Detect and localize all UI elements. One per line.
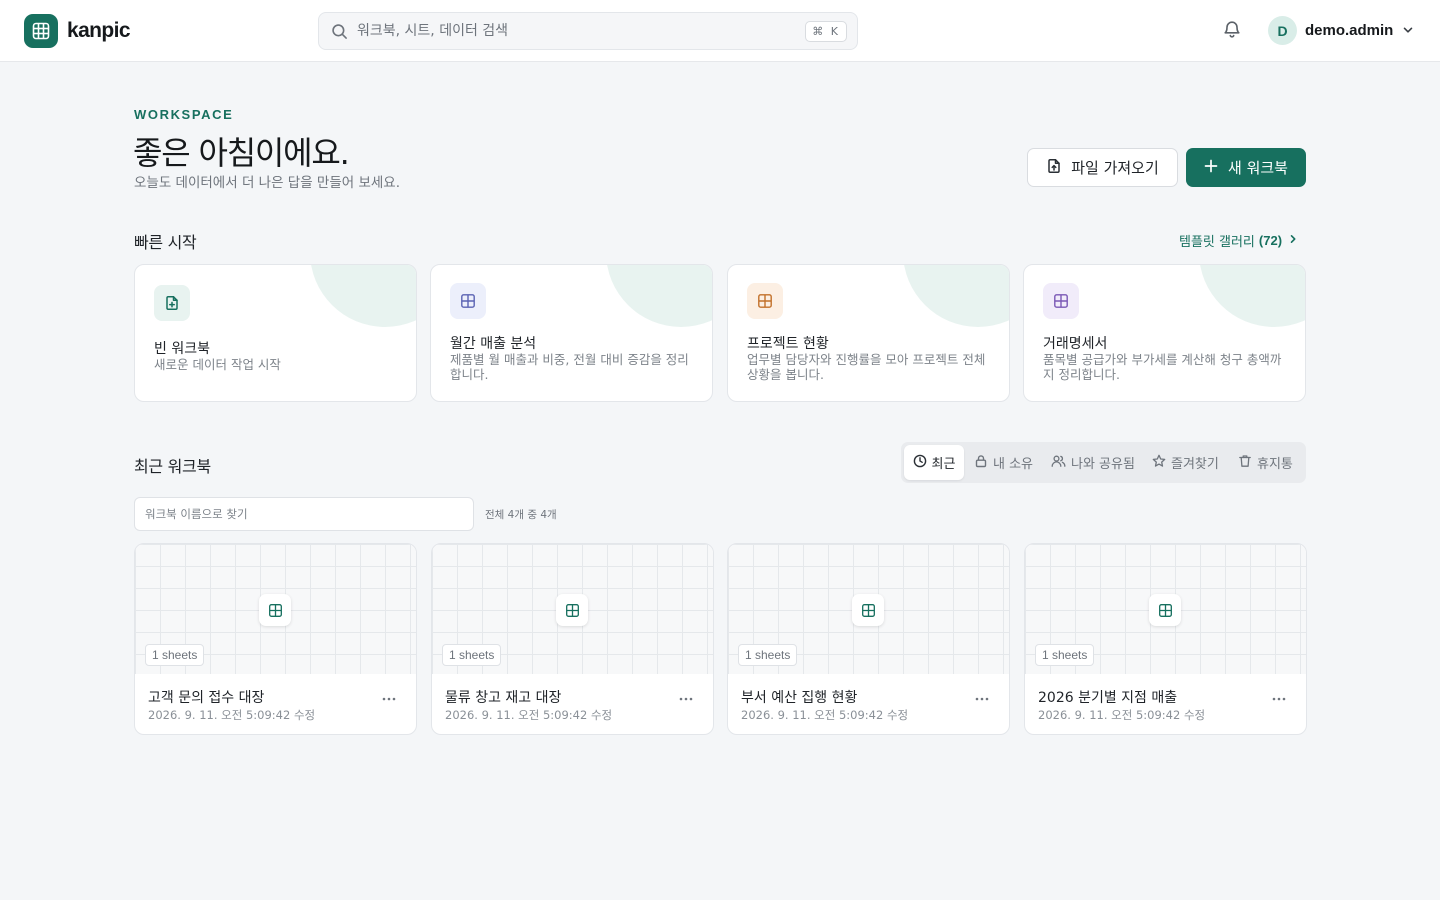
tab-my-owned[interactable]: 내 소유 — [974, 445, 1033, 480]
grid-icon — [1043, 283, 1079, 319]
tab-recent[interactable]: 최근 — [904, 445, 964, 480]
workbook-filter-tabs: 최근 내 소유 나와 공유됨 즐겨찾기 휴지통 — [901, 442, 1306, 483]
recent-workbooks-title: 최근 워크북 — [134, 457, 211, 476]
tab-favorites[interactable]: 즐겨찾기 — [1152, 445, 1219, 480]
card-decoration — [606, 265, 712, 327]
page-title: 좋은 아침이에요. — [133, 134, 350, 172]
grid-icon — [259, 594, 291, 626]
workbook-title: 물류 창고 재고 대장 — [445, 690, 562, 706]
file-upload-icon — [1046, 158, 1062, 178]
workbook-modified: 2026. 9. 11. 오전 5:09:42 수정 — [741, 708, 909, 722]
file-plus-icon — [154, 285, 190, 321]
card-decoration — [310, 265, 416, 327]
grid-logo-icon — [24, 14, 58, 48]
workspace-eyebrow: WORKSPACE — [134, 107, 234, 122]
brand-logo[interactable]: kanpic — [24, 14, 131, 48]
quick-card-title: 거래명세서 — [1043, 336, 1108, 352]
quick-card-desc: 품목별 공급가와 부가세를 계산해 청구 총액까지 정리합니다. — [1043, 352, 1282, 382]
tab-label: 휴지통 — [1257, 457, 1293, 472]
more-horizontal-icon[interactable] — [1269, 692, 1289, 706]
new-workbook-button[interactable]: 새 워크북 — [1186, 148, 1306, 187]
tab-label: 최근 — [931, 457, 956, 472]
workbook-title: 부서 예산 집행 현황 — [741, 690, 858, 706]
more-horizontal-icon[interactable] — [676, 692, 696, 706]
clock-icon — [913, 454, 927, 472]
plus-icon — [1204, 159, 1218, 177]
brand-name: kanpic — [67, 19, 131, 42]
quick-card-title: 빈 워크북 — [154, 341, 210, 357]
workbook-modified: 2026. 9. 11. 오전 5:09:42 수정 — [148, 708, 316, 722]
quick-card-monthly-sales[interactable]: 월간 매출 분석 제품별 월 매출과 비중, 전월 대비 증감을 정리합니다. — [430, 264, 713, 402]
more-horizontal-icon[interactable] — [972, 692, 992, 706]
user-name: demo.admin — [1305, 22, 1394, 39]
top-bar: kanpic ⌘ K D demo.admin — [0, 0, 1440, 62]
users-icon — [1051, 454, 1066, 472]
tab-label: 나와 공유됨 — [1071, 457, 1135, 472]
grid-icon — [852, 594, 884, 626]
grid-icon — [450, 283, 486, 319]
template-gallery-link[interactable]: 템플릿 갤러리 (72) — [1179, 231, 1298, 250]
workbook-title: 2026 분기별 지점 매출 — [1038, 690, 1178, 706]
card-decoration — [1199, 265, 1305, 327]
user-menu[interactable]: D demo.admin — [1268, 16, 1414, 45]
workbook-title: 고객 문의 접수 대장 — [148, 690, 265, 706]
quick-card-invoice[interactable]: 거래명세서 품목별 공급가와 부가세를 계산해 청구 총액까지 정리합니다. — [1023, 264, 1306, 402]
more-horizontal-icon[interactable] — [379, 692, 399, 706]
search-input[interactable] — [357, 13, 797, 49]
workbook-card[interactable]: 1 sheets 고객 문의 접수 대장 2026. 9. 11. 오전 5:0… — [134, 543, 417, 735]
lock-icon — [974, 454, 988, 472]
search-shortcut-badge: ⌘ K — [805, 21, 847, 42]
tab-label: 내 소유 — [993, 457, 1034, 472]
page-subtitle: 오늘도 데이터에서 더 나은 답을 만들어 보세요. — [134, 175, 401, 191]
template-gallery-label: 템플릿 갤러리 — [1179, 235, 1255, 250]
trash-icon — [1238, 454, 1252, 472]
import-file-label: 파일 가져오기 — [1071, 159, 1159, 177]
workbook-modified: 2026. 9. 11. 오전 5:09:42 수정 — [1038, 708, 1206, 722]
workbook-card[interactable]: 1 sheets 2026 분기별 지점 매출 2026. 9. 11. 오전 … — [1024, 543, 1307, 735]
quick-card-blank-workbook[interactable]: 빈 워크북 새로운 데이터 작업 시작 — [134, 264, 417, 402]
sheet-count-badge: 1 sheets — [738, 644, 798, 666]
grid-icon — [556, 594, 588, 626]
quick-start-title: 빠른 시작 — [134, 233, 197, 252]
card-decoration — [903, 265, 1009, 327]
new-workbook-label: 새 워크북 — [1228, 159, 1288, 177]
grid-icon — [1149, 594, 1181, 626]
workbook-card[interactable]: 1 sheets 부서 예산 집행 현황 2026. 9. 11. 오전 5:0… — [727, 543, 1010, 735]
sheet-count-badge: 1 sheets — [145, 644, 205, 666]
tab-shared-with-me[interactable]: 나와 공유됨 — [1051, 445, 1135, 480]
workbook-card[interactable]: 1 sheets 물류 창고 재고 대장 2026. 9. 11. 오전 5:0… — [431, 543, 714, 735]
search-icon — [331, 23, 348, 44]
template-gallery-count: (72) — [1258, 233, 1283, 248]
tab-trash[interactable]: 휴지통 — [1238, 445, 1293, 480]
quick-card-desc: 새로운 데이터 작업 시작 — [154, 357, 281, 372]
quick-card-desc: 제품별 월 매출과 비중, 전월 대비 증감을 정리합니다. — [450, 352, 689, 382]
star-icon — [1152, 454, 1166, 472]
sheet-count-badge: 1 sheets — [1035, 644, 1095, 666]
sheet-count-badge: 1 sheets — [442, 644, 502, 666]
grid-icon — [747, 283, 783, 319]
global-search[interactable]: ⌘ K — [318, 12, 858, 50]
workbook-count: 전체 4개 중 4개 — [485, 509, 557, 521]
tab-label: 즐겨찾기 — [1171, 457, 1219, 472]
quick-card-title: 프로젝트 현황 — [747, 336, 829, 352]
chevron-down-icon — [1402, 21, 1414, 40]
quick-card-desc: 업무별 담당자와 진행률을 모아 프로젝트 전체 상황을 봅니다. — [747, 352, 986, 382]
import-file-button[interactable]: 파일 가져오기 — [1027, 148, 1178, 187]
workbook-modified: 2026. 9. 11. 오전 5:09:42 수정 — [445, 708, 613, 722]
avatar: D — [1268, 16, 1297, 45]
workbook-name-filter[interactable] — [134, 497, 474, 531]
quick-card-project-status[interactable]: 프로젝트 현황 업무별 담당자와 진행률을 모아 프로젝트 전체 상황을 봅니다… — [727, 264, 1010, 402]
bell-icon[interactable] — [1222, 19, 1242, 43]
chevron-right-icon — [1288, 233, 1298, 248]
quick-card-title: 월간 매출 분석 — [450, 336, 537, 352]
